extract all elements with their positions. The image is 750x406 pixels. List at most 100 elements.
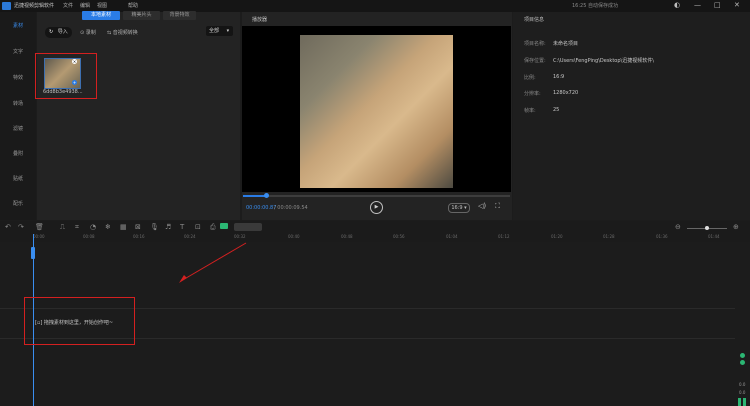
sidebar xyxy=(0,12,36,220)
import-label: 导入 xyxy=(57,29,68,35)
split-icon[interactable]: ⎍ xyxy=(60,223,65,232)
ruler-tick: 00:32 xyxy=(234,234,246,239)
convert-button[interactable]: ⇆ 音视频转换 xyxy=(107,29,138,36)
mic-icon[interactable]: 🎙 xyxy=(150,223,159,231)
maximize-icon[interactable]: □ xyxy=(714,1,721,10)
zoom-in-icon[interactable]: ⊕ xyxy=(733,223,739,231)
ruler-tick: 01:12 xyxy=(498,234,510,239)
info-value-location: C:\Users\FengPing\Desktop\迅捷视频软件\ xyxy=(553,58,654,64)
ratio-value: 16:9 xyxy=(451,205,463,211)
tab-intros[interactable]: 精美片头 xyxy=(123,11,160,20)
convert-label: 音视频转换 xyxy=(112,30,138,36)
sidebar-item-filters[interactable]: 滤镜 xyxy=(0,125,36,132)
ruler-tick: 00:56 xyxy=(393,234,405,239)
filter-select[interactable]: 全部 ▾ xyxy=(206,26,233,36)
ruler-tick: 00:40 xyxy=(288,234,300,239)
project-info-panel xyxy=(513,12,750,220)
media-highlight-box xyxy=(35,53,97,99)
info-label-ratio: 比例: xyxy=(524,75,536,81)
text-icon[interactable]: T xyxy=(180,223,184,231)
delete-icon[interactable]: 🗑 xyxy=(35,223,44,231)
sidebar-item-materials[interactable]: 素材 xyxy=(0,22,36,29)
progress-handle[interactable] xyxy=(264,193,269,198)
ruler-tick: 00:08 xyxy=(83,234,95,239)
zoom-handle[interactable] xyxy=(705,226,709,230)
record-button[interactable]: ⊙ 录制 xyxy=(80,29,96,36)
transition-icon[interactable]: ⊠ xyxy=(135,223,141,231)
tab-local-materials[interactable]: 本地素材 xyxy=(82,11,120,20)
minimize-icon[interactable]: — xyxy=(694,1,701,10)
ruler-tick: 01:20 xyxy=(551,234,563,239)
save-status: 16:25 自动保存成功 xyxy=(572,3,618,9)
close-icon[interactable]: ✕ xyxy=(734,1,740,10)
timeline-toolbar xyxy=(0,221,750,234)
matting-icon[interactable]: ⊡ xyxy=(195,223,201,231)
freeze-icon[interactable]: ❄ xyxy=(105,223,111,231)
info-label-name: 项目名称: xyxy=(524,41,546,47)
media-library-panel xyxy=(37,12,240,220)
import-icon: ↻ xyxy=(49,29,54,35)
fullscreen-icon[interactable]: ⛶ xyxy=(495,202,500,211)
voice-icon[interactable]: ♬ xyxy=(165,223,171,231)
ruler-tick: 01:44 xyxy=(708,234,720,239)
ruler-tick: 00:24 xyxy=(184,234,196,239)
undo-icon[interactable]: ↶ xyxy=(5,223,11,231)
zoom-out-icon[interactable]: ⊖ xyxy=(675,223,681,231)
info-value-name: 未命名项目 xyxy=(553,41,579,47)
info-value-ratio: 16:9 xyxy=(553,74,565,80)
sidebar-item-effects[interactable]: 特效 xyxy=(0,74,36,81)
menu-file[interactable]: 文件 xyxy=(63,2,73,9)
info-label-resolution: 分辨率: xyxy=(524,91,541,97)
ruler-tick: 01:36 xyxy=(656,234,668,239)
info-value-fps: 25 xyxy=(553,107,560,113)
level-indicator-icon xyxy=(740,353,745,358)
app-logo-icon xyxy=(2,2,11,10)
import-button[interactable]: ↻ 导入 xyxy=(45,27,72,38)
sidebar-item-overlay[interactable]: 叠附 xyxy=(0,150,36,157)
sidebar-item-music[interactable]: 配乐 xyxy=(0,200,36,207)
skin-icon[interactable]: ◐ xyxy=(674,1,680,10)
camera-icon[interactable]: ⎙ xyxy=(210,223,216,232)
audio-level-meter: 0.0 0.0 xyxy=(737,350,749,406)
speed-icon[interactable]: ◔ xyxy=(90,223,96,231)
annotation-arrow-icon xyxy=(179,242,247,283)
ruler-tick: 00:48 xyxy=(341,234,353,239)
ruler-tick: 01:04 xyxy=(446,234,458,239)
record-icon: ⊙ xyxy=(80,30,85,36)
playhead-handle[interactable] xyxy=(31,247,35,259)
green-screen-icon[interactable] xyxy=(220,223,228,229)
convert-icon: ⇆ xyxy=(107,30,112,36)
vu-label: 0.0 xyxy=(739,390,746,395)
time-current: 00:00:00.87 xyxy=(246,205,277,211)
menu-edit[interactable]: 编辑 xyxy=(80,2,90,9)
hint-highlight-box xyxy=(24,297,135,345)
ruler-tick: 00:00 xyxy=(33,234,45,239)
sidebar-item-stickers[interactable]: 贴纸 xyxy=(0,175,36,182)
info-label-fps: 帧率: xyxy=(524,108,536,114)
time-total: / 00:00:09.54 xyxy=(274,205,308,211)
info-header: 项目信息 xyxy=(524,17,545,23)
volume-icon[interactable]: ◁) xyxy=(478,202,486,210)
play-icon[interactable]: ▶ xyxy=(370,201,383,214)
chevron-down-icon: ▾ xyxy=(226,28,230,34)
ratio-select[interactable]: 16:9 ▾ xyxy=(448,203,470,213)
menu-view[interactable]: 视图 xyxy=(97,2,107,9)
filter-value: 全部 xyxy=(209,28,220,34)
crop-icon[interactable]: ⌗ xyxy=(75,223,79,232)
player-header: 播放器 xyxy=(252,17,268,23)
vu-bar-right xyxy=(743,398,746,406)
export-button[interactable] xyxy=(234,223,262,231)
redo-icon[interactable]: ↷ xyxy=(18,223,24,231)
preview-frame xyxy=(300,35,453,188)
progress-track[interactable] xyxy=(243,195,510,197)
info-label-location: 保存位置: xyxy=(524,58,546,64)
sidebar-item-text[interactable]: 文字 xyxy=(0,48,36,55)
mosaic-icon[interactable]: ▦ xyxy=(120,223,127,231)
app-title: 迅捷视频剪辑软件 xyxy=(14,3,55,9)
sidebar-item-transitions[interactable]: 转场 xyxy=(0,100,36,107)
tab-backgrounds[interactable]: 背景特效 xyxy=(163,11,196,20)
ruler-tick: 01:28 xyxy=(603,234,615,239)
vu-label: 0.0 xyxy=(739,382,746,387)
info-value-resolution: 1280x720 xyxy=(553,90,579,96)
menu-help[interactable]: 帮助 xyxy=(128,2,138,9)
